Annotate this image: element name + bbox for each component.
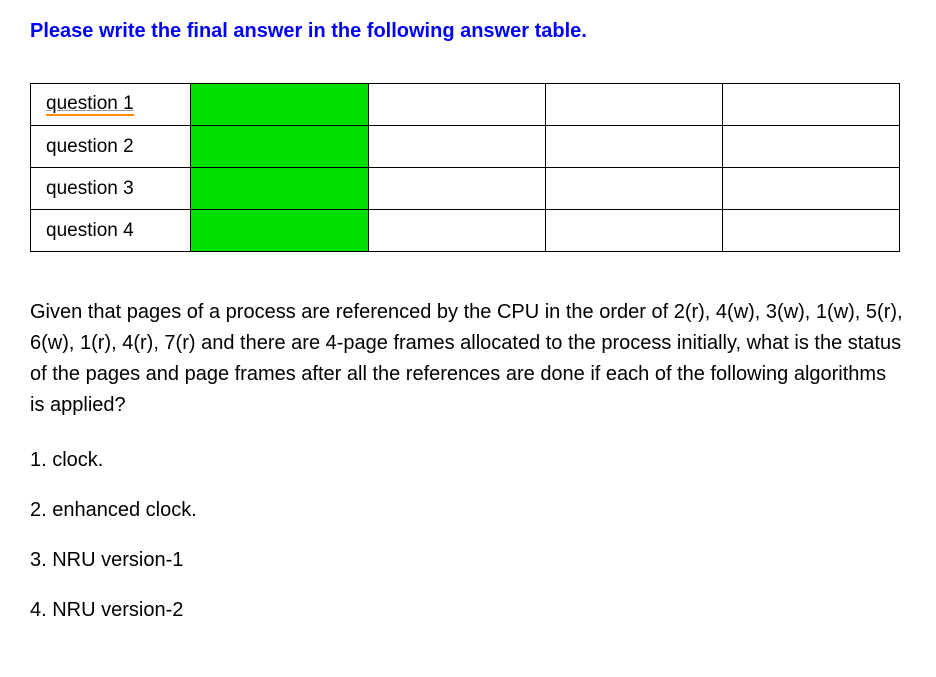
- answer-cell[interactable]: [546, 84, 723, 126]
- answer-cell[interactable]: [723, 84, 900, 126]
- answer-cell[interactable]: [546, 168, 723, 210]
- answer-table: question 1 question 2 question 3 questio…: [30, 83, 900, 252]
- answer-cell-highlighted[interactable]: [191, 126, 369, 168]
- row-label: question 4: [46, 220, 134, 241]
- row-label: question 1: [46, 94, 134, 117]
- table-row: question 4: [31, 210, 900, 252]
- answer-cell[interactable]: [546, 210, 723, 252]
- instruction-heading: Please write the final answer in the fol…: [30, 20, 906, 43]
- table-row: question 1: [31, 84, 900, 126]
- answer-cell[interactable]: [723, 210, 900, 252]
- answer-cell[interactable]: [369, 210, 546, 252]
- answer-cell-highlighted[interactable]: [191, 210, 369, 252]
- list-item: 2. enhanced clock.: [30, 496, 906, 524]
- answer-cell[interactable]: [546, 126, 723, 168]
- answer-cell[interactable]: [369, 84, 546, 126]
- answer-cell[interactable]: [723, 168, 900, 210]
- row-label-cell: question 2: [31, 126, 191, 168]
- table-row: question 3: [31, 168, 900, 210]
- row-label-cell: question 3: [31, 168, 191, 210]
- answer-cell[interactable]: [723, 126, 900, 168]
- answer-cell[interactable]: [369, 168, 546, 210]
- table-row: question 2: [31, 126, 900, 168]
- row-label: question 2: [46, 136, 134, 157]
- row-label: question 3: [46, 178, 134, 199]
- answer-cell-highlighted[interactable]: [191, 84, 369, 126]
- answer-cell[interactable]: [369, 126, 546, 168]
- list-item: 3. NRU version-1: [30, 546, 906, 574]
- question-paragraph: Given that pages of a process are refere…: [30, 297, 906, 421]
- list-item: 1. clock.: [30, 446, 906, 474]
- row-label-cell: question 4: [31, 210, 191, 252]
- answer-cell-highlighted[interactable]: [191, 168, 369, 210]
- row-label-cell: question 1: [31, 84, 191, 126]
- list-item: 4. NRU version-2: [30, 596, 906, 624]
